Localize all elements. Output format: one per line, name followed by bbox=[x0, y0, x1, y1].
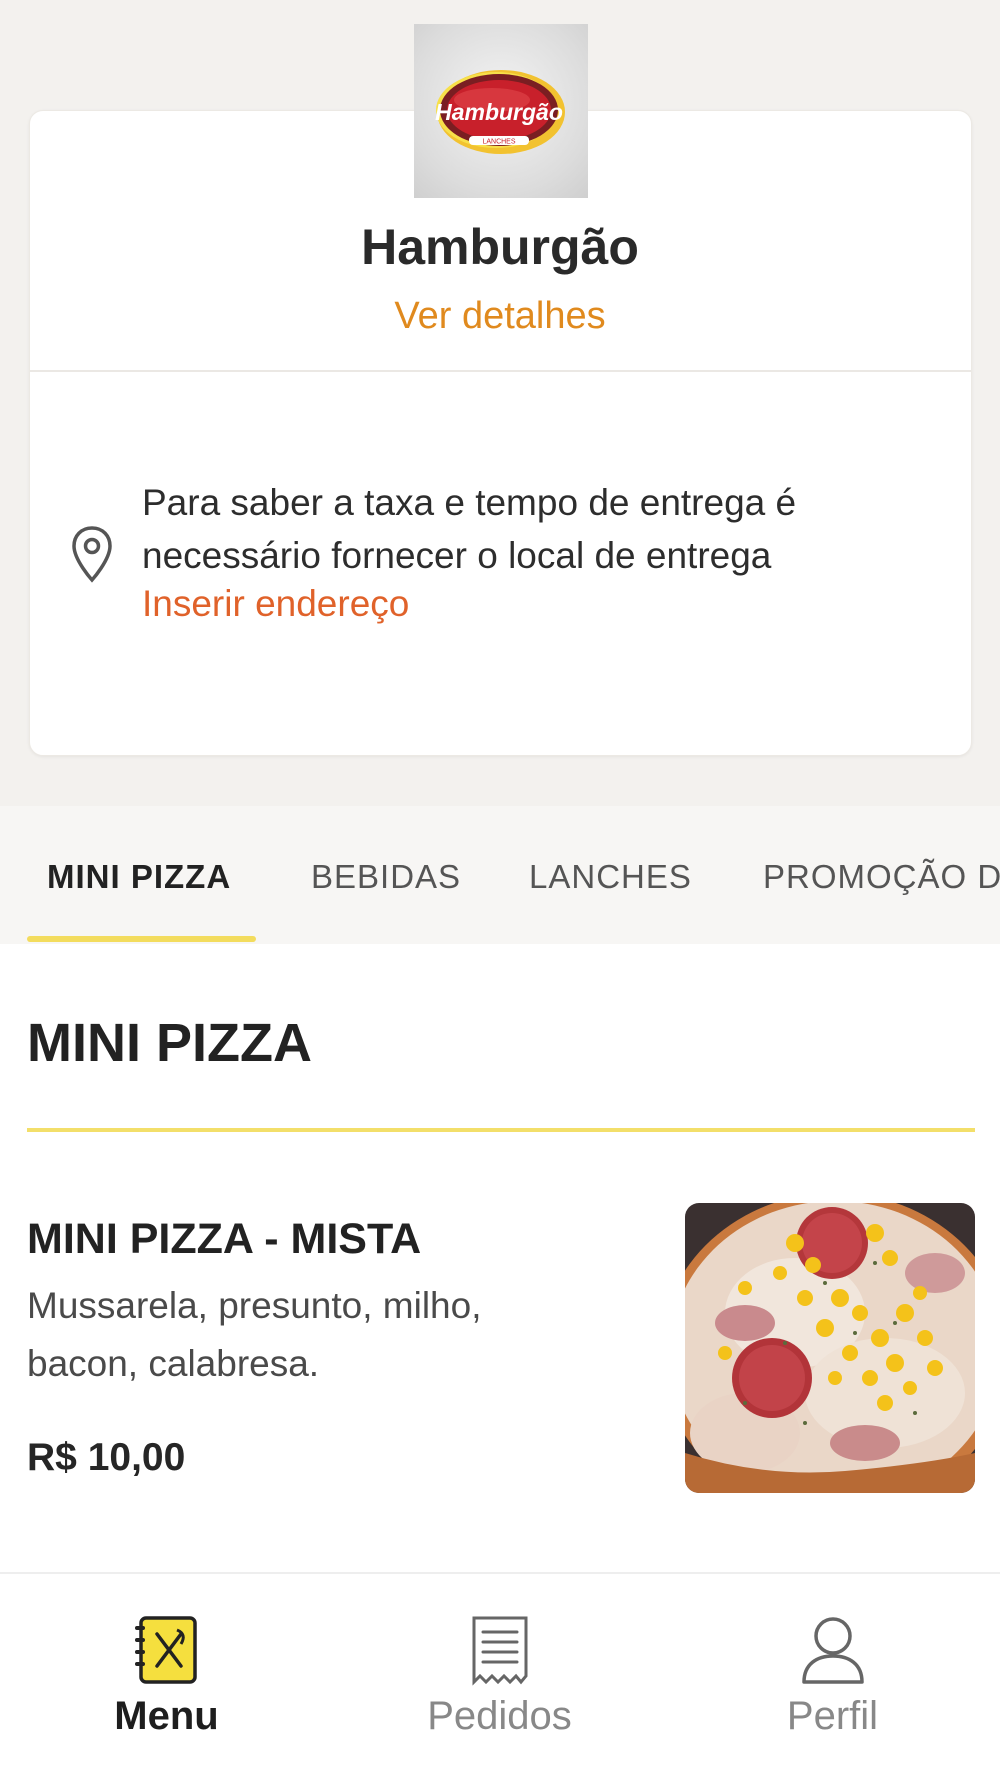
user-icon bbox=[799, 1614, 867, 1686]
tab-lanches[interactable]: LANCHES bbox=[529, 858, 692, 896]
nav-pedidos[interactable]: Pedidos bbox=[333, 1574, 666, 1780]
svg-text:Hamburgão: Hamburgão bbox=[435, 99, 563, 125]
delivery-info-line: necessário fornecer o local de entrega bbox=[142, 535, 772, 576]
tab-bebidas[interactable]: BEBIDAS bbox=[311, 858, 461, 896]
product-name: MINI PIZZA - MISTA bbox=[27, 1215, 422, 1263]
nav-menu-label: Menu bbox=[114, 1694, 219, 1738]
nav-menu[interactable]: Menu bbox=[0, 1574, 333, 1780]
nav-pedidos-label: Pedidos bbox=[427, 1694, 572, 1738]
nav-perfil-label: Perfil bbox=[786, 1694, 879, 1738]
store-header: Hamburgão LANCHES Hamburgão Ver detalhes… bbox=[0, 0, 1000, 806]
section-title: MINI PIZZA bbox=[27, 1013, 312, 1073]
product-image bbox=[685, 1203, 975, 1493]
store-card bbox=[29, 110, 972, 756]
receipt-icon bbox=[466, 1614, 534, 1686]
product-description-line: Mussarela, presunto, milho, bbox=[27, 1285, 482, 1326]
svg-text:LANCHES: LANCHES bbox=[482, 139, 515, 146]
map-pin-icon bbox=[70, 525, 114, 585]
delivery-info-text: Para saber a taxa e tempo de entrega é n… bbox=[142, 476, 942, 582]
product-description-line: bacon, calabresa. bbox=[27, 1343, 320, 1384]
details-link[interactable]: Ver detalhes bbox=[0, 295, 1000, 338]
insert-address-link[interactable]: Inserir endereço bbox=[142, 583, 409, 625]
section-divider bbox=[27, 1128, 975, 1132]
tab-promocao[interactable]: PROMOÇÃO DO bbox=[763, 858, 1000, 896]
active-tab-indicator bbox=[27, 936, 256, 942]
product-price: R$ 10,00 bbox=[27, 1436, 186, 1479]
menu-book-icon bbox=[133, 1614, 201, 1686]
nav-perfil[interactable]: Perfil bbox=[666, 1574, 999, 1780]
product-description: Mussarela, presunto, milho, bacon, calab… bbox=[27, 1277, 647, 1393]
bottom-navigation: Menu Pedidos Perfil bbox=[0, 1572, 1000, 1778]
store-logo: Hamburgão LANCHES bbox=[414, 24, 588, 198]
category-tabs: MINI PIZZA BEBIDAS LANCHES PROMOÇÃO DO bbox=[0, 806, 1000, 944]
store-name: Hamburgão bbox=[361, 219, 639, 275]
delivery-info-line: Para saber a taxa e tempo de entrega é bbox=[142, 482, 797, 523]
product-card[interactable]: MINI PIZZA - MISTA Mussarela, presunto, … bbox=[0, 1180, 1000, 1500]
card-divider bbox=[30, 370, 971, 372]
tab-mini-pizza[interactable]: MINI PIZZA bbox=[47, 858, 231, 896]
